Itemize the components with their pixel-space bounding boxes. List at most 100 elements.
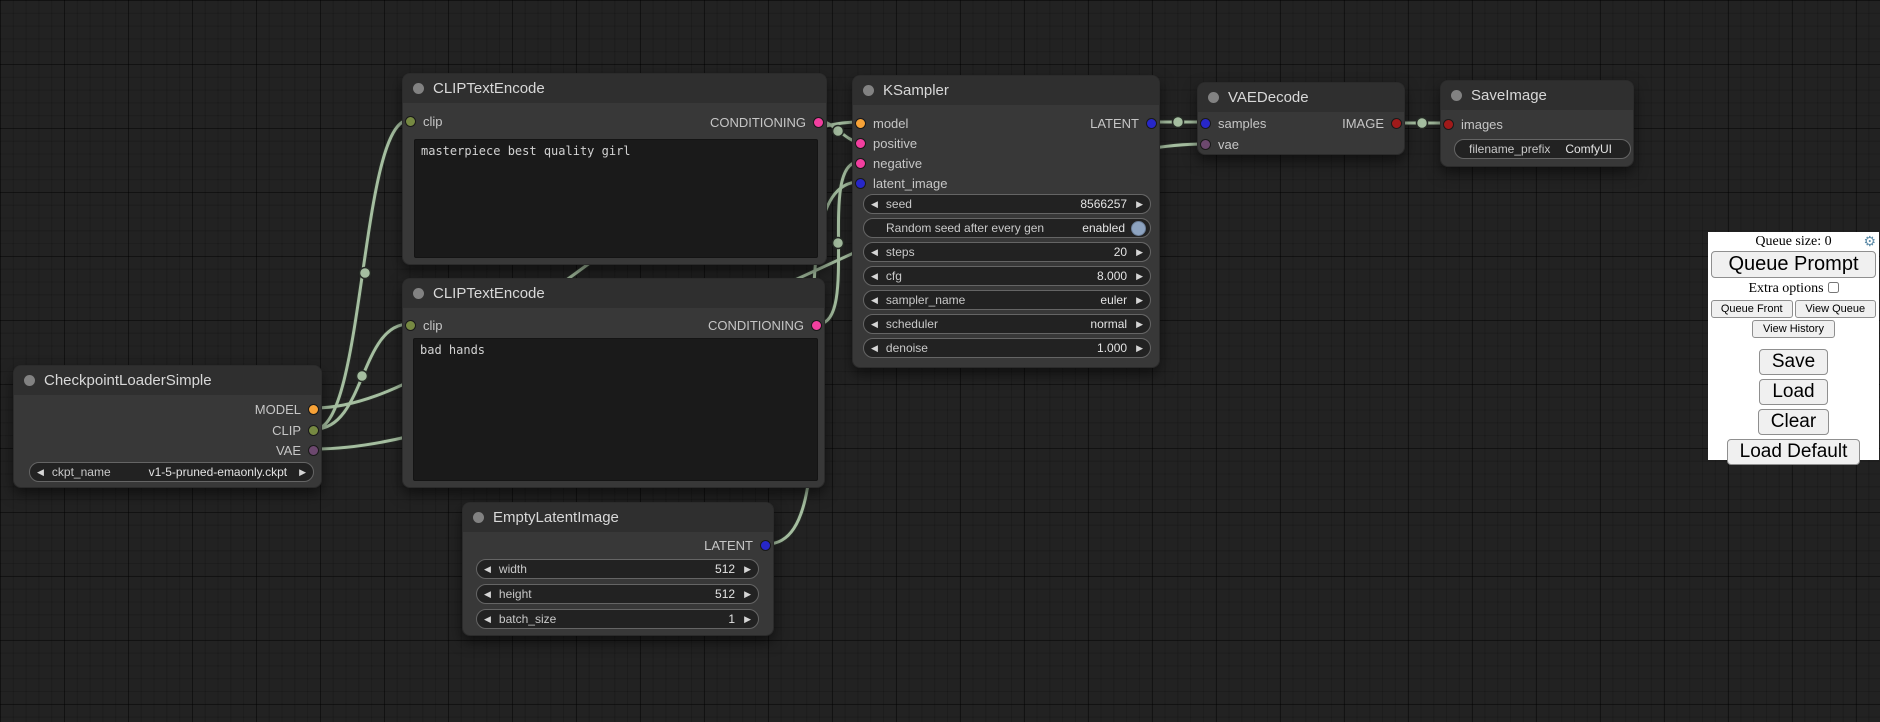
right-arrow-icon[interactable]: ▶: [1136, 320, 1143, 329]
save-button[interactable]: Save: [1759, 349, 1828, 375]
input-slot-clip: clip: [405, 111, 443, 131]
output-slot-conditioning: CONDITIONING: [710, 112, 824, 132]
input-slot-vae: vae: [1200, 134, 1239, 154]
height-widget[interactable]: ◀ height 512 ▶: [476, 584, 759, 604]
image-port-icon[interactable]: [1391, 118, 1402, 129]
extra-options-checkbox[interactable]: [1828, 282, 1839, 293]
comfyui-canvas[interactable]: { "canvas": { "background_color": "#2222…: [0, 0, 1880, 722]
left-arrow-icon[interactable]: ◀: [871, 296, 878, 305]
conditioning-port-icon[interactable]: [855, 158, 866, 169]
node-empty-latent-image[interactable]: EmptyLatentImage LATENT ◀ width 512 ▶ ◀ …: [462, 502, 774, 636]
view-history-button[interactable]: View History: [1752, 320, 1835, 338]
wire-midpoint-dot: [1173, 117, 1184, 128]
cfg-widget[interactable]: ◀ cfg 8.000 ▶: [863, 266, 1151, 286]
latent-port-icon[interactable]: [855, 178, 866, 189]
width-widget[interactable]: ◀ width 512 ▶: [476, 559, 759, 579]
left-arrow-icon[interactable]: ◀: [871, 344, 878, 353]
node-title: CLIPTextEncode: [433, 80, 545, 97]
vae-port-icon[interactable]: [1200, 139, 1211, 150]
input-slot-positive: positive: [855, 133, 917, 153]
output-slot-vae: VAE: [276, 440, 319, 460]
output-slot-conditioning: CONDITIONING: [708, 315, 822, 335]
conditioning-port-icon[interactable]: [855, 138, 866, 149]
right-arrow-icon[interactable]: ▶: [744, 590, 751, 599]
node-status-dot-icon: [473, 512, 484, 523]
random-seed-widget[interactable]: Random seed after every gen enabled: [863, 218, 1151, 238]
queue-size-label: Queue size: 0: [1755, 234, 1831, 249]
right-arrow-icon[interactable]: ▶: [744, 615, 751, 624]
left-arrow-icon[interactable]: ◀: [484, 565, 491, 574]
clip-port-icon[interactable]: [308, 425, 319, 436]
node-clip-text-encode-positive[interactable]: CLIPTextEncode clip CONDITIONING masterp…: [402, 73, 827, 265]
output-slot-latent: LATENT: [704, 535, 771, 555]
node-status-dot-icon: [413, 288, 424, 299]
left-arrow-icon[interactable]: ◀: [871, 200, 878, 209]
right-arrow-icon[interactable]: ▶: [1136, 296, 1143, 305]
extra-options-row: Extra options: [1708, 281, 1879, 297]
steps-widget[interactable]: ◀ steps 20 ▶: [863, 242, 1151, 262]
right-arrow-icon[interactable]: ▶: [1136, 344, 1143, 353]
vae-port-icon[interactable]: [308, 445, 319, 456]
conditioning-port-icon[interactable]: [811, 320, 822, 331]
right-arrow-icon[interactable]: ▶: [299, 468, 306, 477]
left-arrow-icon[interactable]: ◀: [871, 320, 878, 329]
conditioning-port-icon[interactable]: [813, 117, 824, 128]
right-arrow-icon[interactable]: ▶: [744, 565, 751, 574]
latent-port-icon[interactable]: [760, 540, 771, 551]
latent-port-icon[interactable]: [1146, 118, 1157, 129]
filename-prefix-widget[interactable]: filename_prefix ComfyUI: [1454, 139, 1631, 159]
model-port-icon[interactable]: [855, 118, 866, 129]
node-titlebar[interactable]: CLIPTextEncode: [403, 279, 824, 308]
left-arrow-icon[interactable]: ◀: [37, 468, 44, 477]
right-arrow-icon[interactable]: ▶: [1136, 248, 1143, 257]
left-arrow-icon[interactable]: ◀: [871, 272, 878, 281]
node-checkpoint-loader[interactable]: CheckpointLoaderSimple MODEL CLIP VAE ◀ …: [13, 365, 322, 488]
node-ksampler[interactable]: KSampler model positive negative latent_…: [852, 75, 1160, 368]
clear-button[interactable]: Clear: [1758, 409, 1829, 435]
node-titlebar[interactable]: CheckpointLoaderSimple: [14, 366, 321, 395]
scheduler-widget[interactable]: ◀ scheduler normal ▶: [863, 314, 1151, 334]
sampler-name-widget[interactable]: ◀ sampler_name euler ▶: [863, 290, 1151, 310]
load-default-button[interactable]: Load Default: [1727, 439, 1861, 465]
node-status-dot-icon: [1208, 92, 1219, 103]
left-arrow-icon[interactable]: ◀: [484, 590, 491, 599]
node-titlebar[interactable]: KSampler: [853, 76, 1159, 105]
left-arrow-icon[interactable]: ◀: [484, 615, 491, 624]
positive-prompt-textarea[interactable]: masterpiece best quality girl: [414, 139, 818, 258]
output-slot-clip: CLIP: [272, 420, 319, 440]
denoise-widget[interactable]: ◀ denoise 1.000 ▶: [863, 338, 1151, 358]
input-slot-clip: clip: [405, 315, 443, 335]
batch-size-widget[interactable]: ◀ batch_size 1 ▶: [476, 609, 759, 629]
node-status-dot-icon: [1451, 90, 1462, 101]
negative-prompt-textarea[interactable]: bad hands: [413, 338, 818, 481]
queue-prompt-button[interactable]: Queue Prompt: [1711, 251, 1876, 278]
random-seed-toggle-icon[interactable]: [1131, 221, 1146, 236]
latent-port-icon[interactable]: [1200, 118, 1211, 129]
node-title: CLIPTextEncode: [433, 285, 545, 302]
node-title: SaveImage: [1471, 87, 1547, 104]
output-slot-latent: LATENT: [1090, 113, 1157, 133]
model-port-icon[interactable]: [308, 404, 319, 415]
clip-port-icon[interactable]: [405, 320, 416, 331]
seed-widget[interactable]: ◀ seed 8566257 ▶: [863, 194, 1151, 214]
node-titlebar[interactable]: EmptyLatentImage: [463, 503, 773, 532]
node-save-image[interactable]: SaveImage images filename_prefix ComfyUI: [1440, 80, 1634, 167]
view-queue-button[interactable]: View Queue: [1795, 300, 1877, 318]
right-arrow-icon[interactable]: ▶: [1136, 272, 1143, 281]
queue-front-button[interactable]: Queue Front: [1711, 300, 1793, 318]
node-titlebar[interactable]: CLIPTextEncode: [403, 74, 826, 103]
node-vae-decode[interactable]: VAEDecode samples vae IMAGE: [1197, 82, 1405, 155]
queue-size-row: Queue size: 0 ⚙: [1708, 232, 1879, 250]
node-titlebar[interactable]: SaveImage: [1441, 81, 1633, 110]
node-titlebar[interactable]: VAEDecode: [1198, 83, 1404, 112]
load-button[interactable]: Load: [1759, 379, 1827, 405]
wire-midpoint-dot: [360, 268, 371, 279]
left-arrow-icon[interactable]: ◀: [871, 248, 878, 257]
input-slot-samples: samples: [1200, 113, 1266, 133]
right-arrow-icon[interactable]: ▶: [1136, 200, 1143, 209]
clip-port-icon[interactable]: [405, 116, 416, 127]
node-clip-text-encode-negative[interactable]: CLIPTextEncode clip CONDITIONING bad han…: [402, 278, 825, 488]
ckpt-name-widget[interactable]: ◀ ckpt_name v1-5-pruned-emaonly.ckpt ▶: [29, 462, 314, 482]
image-port-icon[interactable]: [1443, 119, 1454, 130]
settings-gear-icon[interactable]: ⚙: [1863, 234, 1876, 251]
